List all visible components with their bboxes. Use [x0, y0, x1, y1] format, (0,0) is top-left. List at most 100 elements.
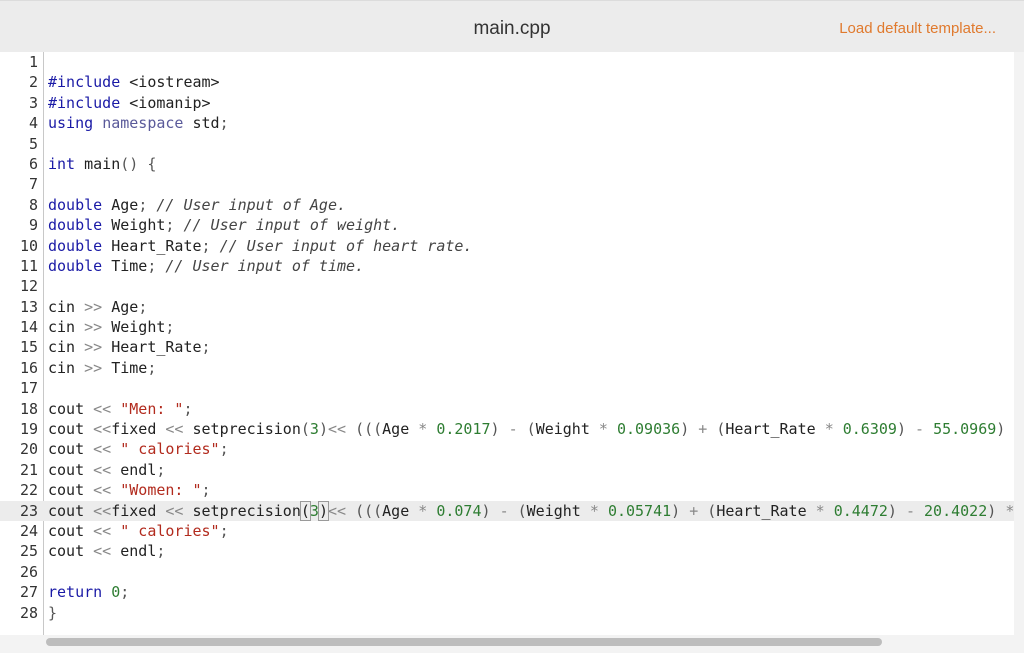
code-line[interactable]: 17	[0, 378, 1014, 398]
editor-right-edge	[1014, 52, 1024, 653]
code-line[interactable]: 27 return 0;	[0, 582, 1014, 602]
operator-token: -	[508, 420, 527, 439]
code-line[interactable]: 11 double Time; // User input of time.	[0, 256, 1014, 276]
identifier-token: Time	[111, 358, 148, 377]
identifier-token: cout	[48, 501, 94, 520]
operator-token: *	[589, 501, 608, 520]
load-default-template-link[interactable]: Load default template...	[839, 20, 996, 37]
code-text: int main() {	[48, 154, 156, 174]
identifier-token: cout	[48, 542, 94, 561]
punctuation-token: ;	[201, 338, 211, 357]
number-token: 0.09036	[616, 420, 681, 439]
code-line[interactable]: 9 double Weight; // User input of weight.	[0, 215, 1014, 235]
code-text: double Age; // User input of Age.	[48, 195, 346, 215]
comment-token: // User input of weight.	[183, 216, 401, 235]
identifier-token: Weight	[111, 216, 166, 235]
punctuation-token: ;	[219, 440, 229, 459]
operator-token: -	[905, 501, 925, 520]
operator-token: +	[698, 420, 717, 439]
punctuation-token: )	[671, 501, 690, 520]
code-line[interactable]: 26	[0, 562, 1014, 582]
punctuation-token: ;	[165, 216, 184, 235]
code-text: cout <<fixed << setprecision(3)<< (((Age…	[48, 500, 1014, 521]
operator-token: *	[418, 501, 437, 520]
code-line[interactable]: 8 double Age; // User input of Age.	[0, 195, 1014, 215]
punctuation-token: ;	[138, 195, 157, 214]
number-token: 0.2017	[436, 420, 491, 439]
preprocessor-token: #include	[48, 73, 130, 92]
code-line[interactable]: 18 cout << "Men: ";	[0, 399, 1014, 419]
line-number: 21	[19, 460, 38, 479]
keyword-token: double	[48, 256, 112, 275]
editor-header: main.cpp Load default template...	[0, 0, 1024, 52]
number-token: 0.6309	[842, 420, 897, 439]
code-line[interactable]: 24 cout << " calories";	[0, 521, 1014, 541]
operator-token: <<	[93, 521, 121, 540]
code-line[interactable]: 25 cout << endl;	[0, 541, 1014, 561]
code-line[interactable]: 4 using namespace std;	[0, 113, 1014, 133]
line-number: 28	[19, 603, 38, 622]
number-token: 20.4022	[924, 501, 988, 520]
line-number: 22	[19, 481, 38, 500]
operator-token: <<	[93, 501, 112, 520]
code-line[interactable]: 1	[0, 52, 1014, 72]
operator-token: *	[1005, 501, 1014, 520]
punctuation-token: (((	[355, 420, 383, 439]
punctuation-token: )	[887, 501, 906, 520]
code-line[interactable]: 5	[0, 134, 1014, 154]
line-number: 12	[19, 277, 38, 296]
code-line[interactable]: 12	[0, 276, 1014, 296]
code-line[interactable]: 19 cout <<fixed << setprecision(3)<< (((A…	[0, 419, 1014, 439]
operator-token: *	[815, 501, 834, 520]
bracket-match-token: (	[299, 500, 311, 521]
line-number: 27	[19, 583, 38, 602]
code-line[interactable]: 15 cin >> Heart_Rate;	[0, 337, 1014, 357]
code-text: cout <<fixed << setprecision(3)<< (((Age…	[48, 419, 1005, 439]
code-text: cout << "Men: ";	[48, 399, 193, 419]
code-text: cout << " calories";	[48, 521, 229, 541]
line-number: 20	[19, 440, 38, 459]
identifier-token: <iomanip>	[129, 93, 211, 112]
line-number: 7	[28, 175, 38, 194]
code-text: cout << "Women: ";	[48, 480, 211, 500]
horizontal-scrollbar-thumb[interactable]	[46, 638, 882, 646]
code-text: double Weight; // User input of weight.	[48, 215, 400, 235]
code-line[interactable]: 14 cin >> Weight;	[0, 317, 1014, 337]
identifier-token: Time	[111, 256, 148, 275]
code-line[interactable]: 7	[0, 174, 1014, 194]
code-text: cin >> Time;	[48, 358, 156, 378]
identifier-token: main	[84, 154, 121, 173]
operator-token: <<	[93, 399, 121, 418]
code-text: cin >> Age;	[48, 297, 147, 317]
code-text: using namespace std;	[48, 113, 229, 133]
punctuation-token: ;	[165, 318, 175, 337]
comment-token: // User input of time.	[165, 256, 365, 275]
punctuation-token: (((	[355, 501, 383, 520]
code-line[interactable]: 21 cout << endl;	[0, 460, 1014, 480]
identifier-token: setprecision	[192, 420, 301, 439]
code-line[interactable]: 23 cout <<fixed << setprecision(3)<< (((A…	[0, 500, 1014, 521]
code-line[interactable]: 6 int main() {	[0, 154, 1014, 174]
punctuation-token: ;	[183, 399, 193, 418]
code-line[interactable]: 20 cout << " calories";	[0, 439, 1014, 459]
code-line[interactable]: 28}	[0, 603, 1014, 623]
bracket-match-token: )	[317, 500, 329, 521]
line-number: 18	[19, 399, 38, 418]
code-line[interactable]: 10 double Heart_Rate; // User input of he…	[0, 236, 1014, 256]
code-line[interactable]: 22 cout << "Women: ";	[0, 480, 1014, 500]
code-line[interactable]: 2 #include <iostream>	[0, 72, 1014, 92]
keyword-token: return	[48, 583, 112, 602]
code-line[interactable]: 13 cin >> Age;	[0, 297, 1014, 317]
operator-token: <<	[327, 420, 356, 439]
line-number: 1	[28, 53, 38, 71]
identifier-token: Weight	[111, 318, 166, 337]
horizontal-scrollbar[interactable]	[44, 636, 1014, 648]
code-line[interactable]: 16 cin >> Time;	[0, 358, 1014, 378]
operator-token: >>	[84, 297, 112, 316]
code-line[interactable]: 3 #include <iomanip>	[0, 93, 1014, 113]
code-editor[interactable]: 1 2 #include <iostream> 3 #include <iomanip>…	[0, 52, 1014, 635]
identifier-token: cout	[48, 481, 94, 500]
operator-token: <<	[93, 420, 112, 439]
operator-token: <<	[93, 542, 121, 561]
line-number: 13	[19, 297, 38, 316]
